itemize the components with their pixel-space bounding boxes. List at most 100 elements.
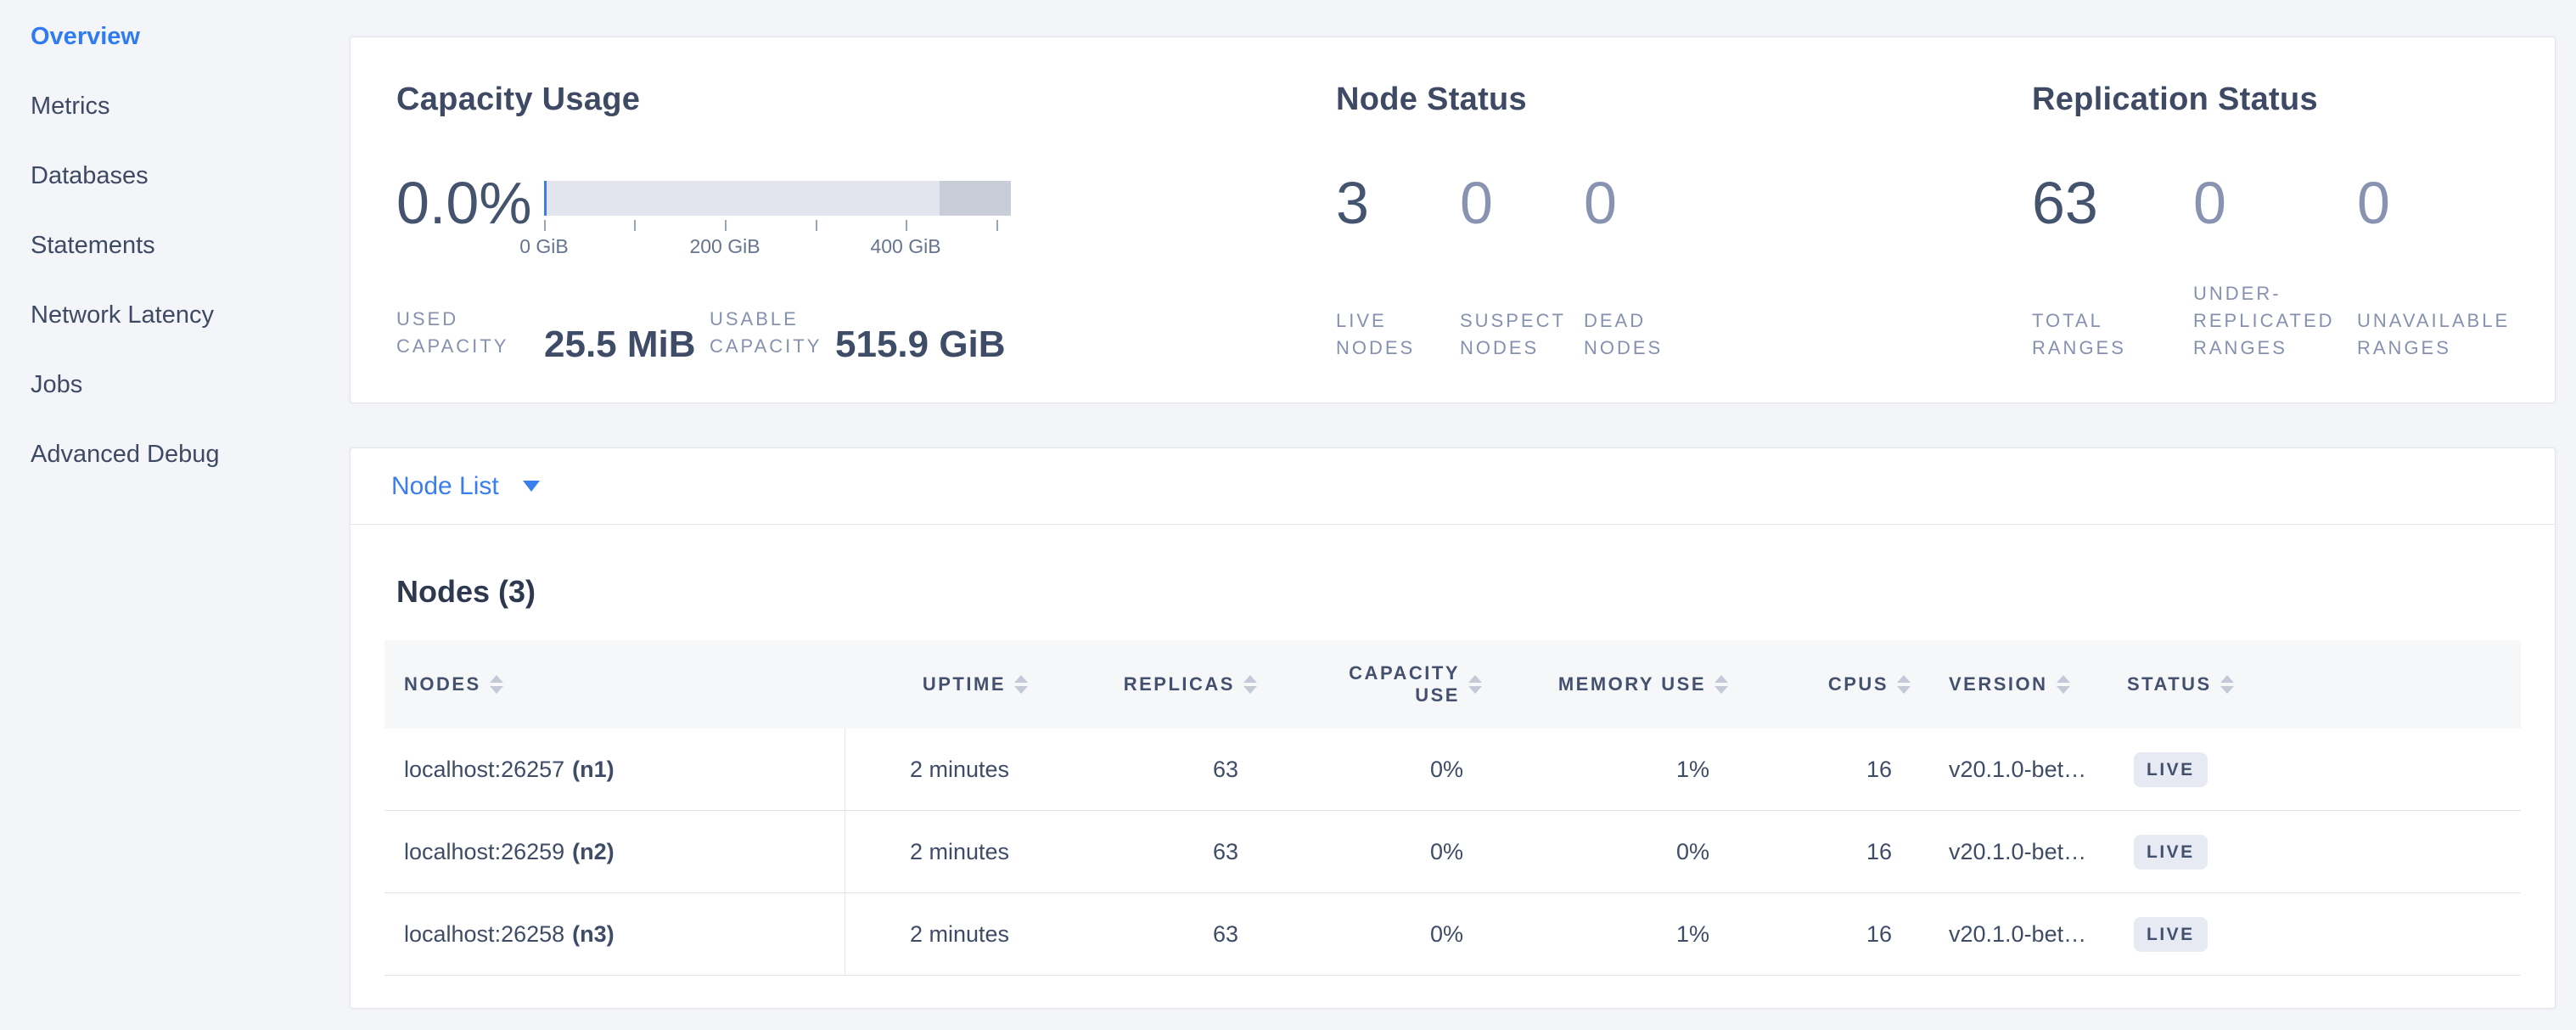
dead-nodes-stat: 0 DEAD NODES [1584, 173, 1708, 362]
status-badge: LIVE [2134, 752, 2208, 787]
node-status-section: Node Status 3 LIVE NODES 0 SUSPECT NODES… [1336, 37, 1998, 402]
capacity-gauge: 0 GiB 200 GiB 400 GiB [544, 181, 1019, 262]
capacity-usage-section: Capacity Usage 0.0% 0 GiB 200 GiB 400 Gi… [396, 37, 1330, 402]
node-list-header: Node List [351, 448, 2555, 525]
unavailable-ranges-value: 0 [2357, 173, 2561, 233]
table-header-row: NODES UPTIME REPLICAS CAPACITY USE MEMOR… [384, 640, 2521, 729]
uptime-cell: 2 minutes [845, 893, 1028, 975]
chevron-down-icon [523, 481, 540, 492]
sort-icon [1468, 675, 1482, 694]
sort-icon [490, 675, 503, 694]
axis-tick [816, 220, 817, 231]
node-list-card: Node List Nodes (3) NODES UPTIME REPLICA… [350, 447, 2556, 1009]
axis-label: 200 GiB [689, 235, 760, 258]
axis-tick [906, 220, 907, 231]
status-cell: LIVE [2093, 729, 2293, 810]
axis-tick [634, 220, 636, 231]
version-cell: v20.1.0-bet… [1911, 893, 2093, 975]
capacity-usage-title: Capacity Usage [396, 82, 640, 118]
sidebar: Overview Metrics Databases Statements Ne… [0, 0, 350, 1030]
status-cell: LIVE [2093, 893, 2293, 975]
memory-use-cell: 1% [1482, 729, 1728, 810]
status-badge: LIVE [2134, 917, 2208, 952]
table-row-n1[interactable]: localhost:26257 (n1) 2 minutes 63 0% 1% … [384, 729, 2521, 811]
live-nodes-stat: 3 LIVE NODES [1336, 173, 1460, 362]
sort-icon [2220, 675, 2234, 694]
replicas-cell: 63 [1028, 811, 1257, 892]
sort-icon [1715, 675, 1728, 694]
status-badge: LIVE [2134, 835, 2208, 870]
total-ranges-value: 63 [2032, 173, 2193, 233]
axis-label: 400 GiB [870, 235, 940, 258]
capacity-stats: USED CAPACITY 25.5 MiB USABLE CAPACITY 5… [396, 309, 1330, 360]
table-row-n3[interactable]: localhost:26258 (n3) 2 minutes 63 0% 1% … [384, 893, 2521, 976]
capacity-bar-reserved [940, 181, 1011, 216]
uptime-cell: 2 minutes [845, 811, 1028, 892]
suspect-nodes-value: 0 [1460, 173, 1584, 233]
unavailable-ranges-label: UNAVAILABLE RANGES [2357, 307, 2561, 362]
usable-capacity-label: USABLE CAPACITY [710, 306, 822, 360]
node-status-title: Node Status [1336, 82, 1527, 118]
axis-tick [725, 220, 727, 231]
capacity-percent: 0.0% [396, 173, 532, 233]
used-capacity-label: USED CAPACITY [396, 306, 508, 360]
total-ranges-label: TOTAL RANGES [2032, 307, 2193, 362]
replicas-cell: 63 [1028, 729, 1257, 810]
cluster-summary-card: Capacity Usage 0.0% 0 GiB 200 GiB 400 Gi… [350, 37, 2556, 403]
sidebar-item-network-latency[interactable]: Network Latency [0, 280, 350, 350]
sidebar-item-advanced-debug[interactable]: Advanced Debug [0, 419, 350, 489]
used-capacity-value: 25.5 MiB [544, 326, 696, 363]
dead-nodes-value: 0 [1584, 173, 1708, 233]
dead-nodes-label: DEAD NODES [1584, 307, 1708, 362]
node-address-cell: localhost:26259 (n2) [384, 811, 845, 892]
col-header-status[interactable]: STATUS [2093, 640, 2293, 729]
capacity-use-cell: 0% [1257, 729, 1482, 810]
status-cell: LIVE [2093, 811, 2293, 892]
cpus-cell: 16 [1728, 811, 1911, 892]
axis-label: 0 GiB [519, 235, 569, 258]
usable-capacity-value: 515.9 GiB [835, 326, 1006, 363]
col-header-nodes[interactable]: NODES [384, 640, 845, 729]
col-header-version[interactable]: VERSION [1911, 640, 2093, 729]
replication-status-section: Replication Status 63 TOTAL RANGES 0 UND… [2032, 37, 2541, 402]
table-row-n2[interactable]: localhost:26259 (n2) 2 minutes 63 0% 0% … [384, 811, 2521, 893]
live-nodes-value: 3 [1336, 173, 1460, 233]
version-cell: v20.1.0-bet… [1911, 729, 2093, 810]
suspect-nodes-label: SUSPECT NODES [1460, 307, 1584, 362]
axis-tick [544, 220, 546, 231]
sort-icon [2057, 675, 2070, 694]
node-list-dropdown[interactable]: Node List [391, 472, 540, 501]
col-header-capacity-use[interactable]: CAPACITY USE [1257, 640, 1482, 729]
col-header-uptime[interactable]: UPTIME [845, 640, 1028, 729]
suspect-nodes-stat: 0 SUSPECT NODES [1460, 173, 1584, 362]
node-address-cell: localhost:26257 (n1) [384, 729, 845, 810]
nodes-table: NODES UPTIME REPLICAS CAPACITY USE MEMOR… [384, 640, 2521, 976]
cpus-cell: 16 [1728, 729, 1911, 810]
uptime-cell: 2 minutes [845, 729, 1028, 810]
nodes-table-container: Nodes (3) NODES UPTIME REPLICAS CAPACITY… [351, 574, 2555, 976]
live-nodes-label: LIVE NODES [1336, 307, 1460, 362]
memory-use-cell: 0% [1482, 811, 1728, 892]
sidebar-item-jobs[interactable]: Jobs [0, 350, 350, 419]
nodes-heading: Nodes (3) [396, 574, 2521, 610]
capacity-use-cell: 0% [1257, 893, 1482, 975]
axis-tick [996, 220, 998, 231]
sidebar-item-overview[interactable]: Overview [0, 2, 350, 71]
sidebar-item-databases[interactable]: Databases [0, 141, 350, 211]
col-header-cpus[interactable]: CPUS [1728, 640, 1911, 729]
cpus-cell: 16 [1728, 893, 1911, 975]
memory-use-cell: 1% [1482, 893, 1728, 975]
unavailable-ranges-stat: 0 UNAVAILABLE RANGES [2357, 173, 2561, 362]
capacity-bar-used-fill [544, 181, 547, 216]
sidebar-item-statements[interactable]: Statements [0, 211, 350, 280]
col-header-replicas[interactable]: REPLICAS [1028, 640, 1257, 729]
node-address-cell: localhost:26258 (n3) [384, 893, 845, 975]
col-header-memory-use[interactable]: MEMORY USE [1482, 640, 1728, 729]
under-replicated-label: UNDER- REPLICATED RANGES [2193, 280, 2357, 362]
sort-icon [1897, 675, 1911, 694]
capacity-bar [544, 181, 1011, 216]
replication-status-title: Replication Status [2032, 82, 2318, 118]
sort-icon [1014, 675, 1028, 694]
header-filler [2293, 640, 2521, 729]
sidebar-item-metrics[interactable]: Metrics [0, 71, 350, 141]
